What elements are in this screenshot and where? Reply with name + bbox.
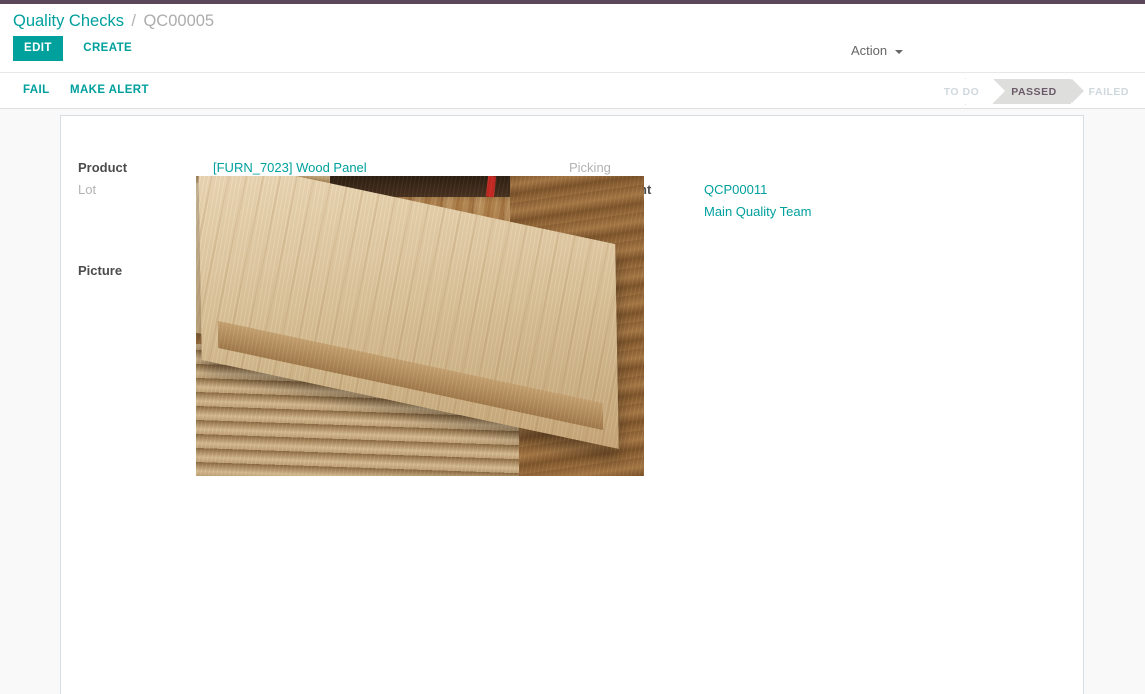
status-item-passed-label: PASSED xyxy=(1011,85,1057,98)
status-item-failed-label: FAILED xyxy=(1088,85,1129,98)
field-value-control-point: QCP00011 xyxy=(704,180,767,200)
breadcrumb-current-record: QC00005 xyxy=(143,12,215,30)
picture-image[interactable] xyxy=(196,176,644,476)
chevron-down-icon xyxy=(894,49,903,54)
team-link[interactable]: Main Quality Team xyxy=(704,204,811,219)
field-label-lot: Lot xyxy=(78,182,97,197)
action-dropdown-label: Action xyxy=(851,43,888,58)
field-value-product: [FURN_7023] Wood Panel xyxy=(213,158,367,178)
status-chevron-icon xyxy=(1070,79,1083,103)
field-label-product: Product xyxy=(78,160,128,175)
create-button[interactable]: CREATE xyxy=(73,36,142,61)
breadcrumb: Quality Checks / QC00005 xyxy=(0,4,1145,36)
sheet-action-buttons: FAIL MAKE ALERT xyxy=(15,79,157,102)
field-value-team: Main Quality Team xyxy=(704,202,811,222)
edit-button[interactable]: EDIT xyxy=(13,36,63,61)
status-pipeline: TO DO PASSED FAILED xyxy=(929,79,1145,104)
control-point-link[interactable]: QCP00011 xyxy=(704,182,767,197)
control-panel-buttons: EDIT CREATE Action xyxy=(0,36,1145,68)
form-statusbar-row: FAIL MAKE ALERT TO DO PASSED FAILED xyxy=(0,72,1145,177)
form-sheet: Product [FURN_7023] Wood Panel Lot Picki… xyxy=(60,115,1084,694)
control-panel: Quality Checks / QC00005 EDIT CREATE Act… xyxy=(0,4,1145,68)
product-link[interactable]: [FURN_7023] Wood Panel xyxy=(213,160,367,175)
action-dropdown[interactable]: Action xyxy=(845,39,909,63)
field-label-picking: Picking xyxy=(569,160,611,175)
status-item-todo[interactable]: TO DO xyxy=(929,79,1007,104)
wood-panel-photo xyxy=(196,176,644,476)
odoo-quality-check-form-view: Quality Checks / QC00005 EDIT CREATE Act… xyxy=(0,0,1145,694)
make-alert-button[interactable]: MAKE ALERT xyxy=(61,79,157,102)
form-content-area: Product [FURN_7023] Wood Panel Lot Picki… xyxy=(0,109,1145,694)
fail-button[interactable]: FAIL xyxy=(15,79,58,102)
breadcrumb-root-link[interactable]: Quality Checks xyxy=(13,12,124,30)
breadcrumb-separator: / xyxy=(131,12,137,30)
status-item-todo-label: TO DO xyxy=(943,85,980,98)
status-chevron-icon xyxy=(993,79,1006,103)
